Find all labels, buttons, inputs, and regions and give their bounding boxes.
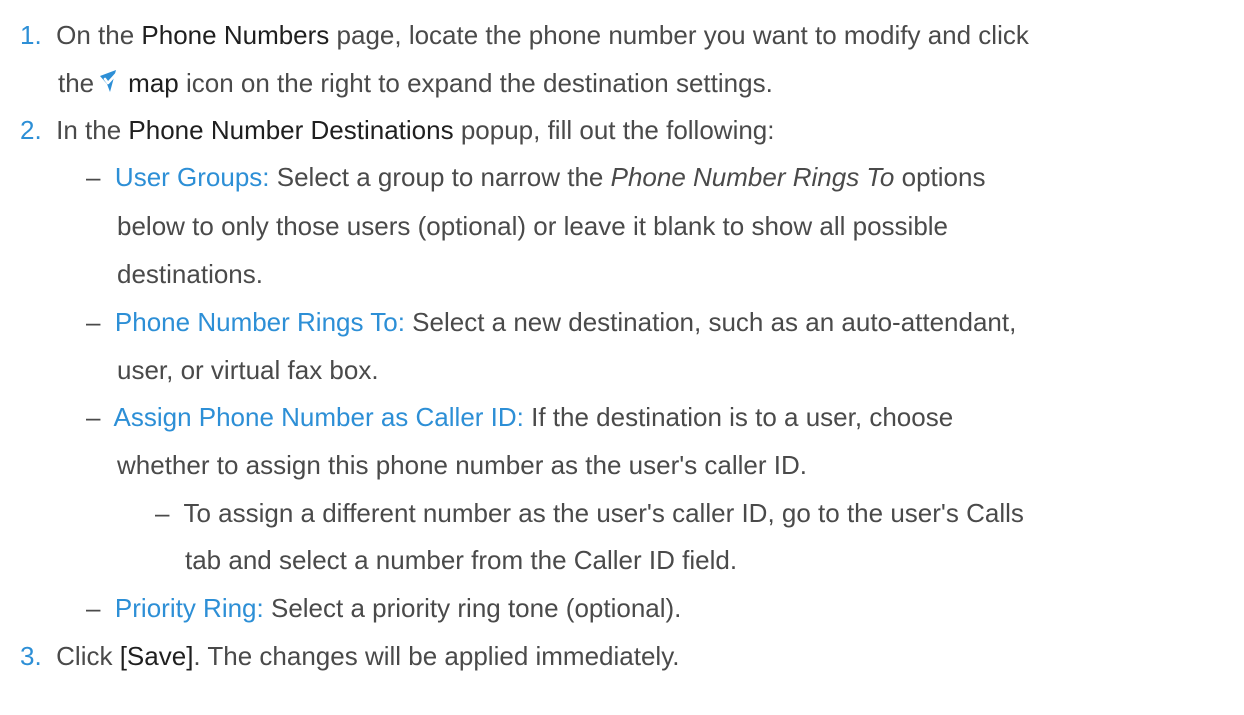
- map-icon: [98, 63, 122, 110]
- assign-caller-id-item: – Assign Phone Number as Caller ID: If t…: [86, 402, 954, 432]
- step-1-number: 1.: [20, 20, 42, 50]
- bullet-dash: –: [86, 307, 101, 337]
- assign-caller-id-line-2: whether to assign this phone number as t…: [117, 450, 807, 480]
- user-groups-item: – User Groups: Select a group to narrow …: [86, 162, 986, 192]
- step-3-line: 3. Click [Save]. The changes will be app…: [20, 641, 680, 671]
- phone-number-rings-to-ref: Phone Number Rings To: [610, 162, 895, 192]
- user-groups-term: User Groups:: [114, 162, 270, 192]
- phone-number-rings-to-item: – Phone Number Rings To: Select a new de…: [86, 307, 1017, 337]
- phone-number-destinations-popup-name: Phone Number Destinations: [128, 115, 454, 145]
- phone-number-rings-to-term: Phone Number Rings To:: [114, 307, 405, 337]
- caller-id-subitem: – To assign a different number as the us…: [155, 498, 1024, 528]
- bullet-dash: –: [86, 593, 101, 623]
- phone-number-rings-to-line-2: user, or virtual fax box.: [117, 355, 379, 385]
- map-label: map: [128, 68, 179, 98]
- step-1-line-2: the map icon on the right to expand the d…: [58, 60, 773, 110]
- assign-caller-id-term: Assign Phone Number as Caller ID:: [113, 402, 524, 432]
- caller-id-subitem-line-2: tab and select a number from the Caller …: [185, 545, 738, 575]
- save-button-ref: [Save]: [119, 641, 194, 671]
- step-2-line-1: 2. In the Phone Number Destinations popu…: [20, 115, 775, 145]
- phone-numbers-page-name: Phone Numbers: [141, 20, 330, 50]
- bullet-dash: –: [86, 402, 101, 432]
- priority-ring-term: Priority Ring:: [114, 593, 264, 623]
- sub-bullet-dash: –: [155, 498, 170, 528]
- user-groups-line-2: below to only those users (optional) or …: [117, 211, 949, 241]
- step-3-number: 3.: [20, 641, 42, 671]
- bullet-dash: –: [86, 162, 101, 192]
- step-2-number: 2.: [20, 115, 42, 145]
- step-1-line-1: 1. On the Phone Numbers page, locate the…: [20, 20, 1029, 50]
- priority-ring-item: – Priority Ring: Select a priority ring …: [86, 593, 682, 623]
- user-groups-line-3: destinations.: [117, 259, 263, 289]
